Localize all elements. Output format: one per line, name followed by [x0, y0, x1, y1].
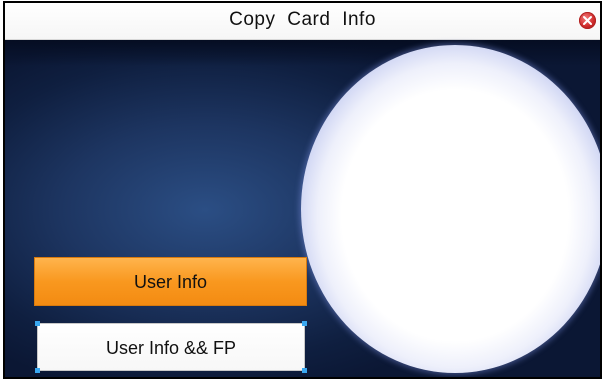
decorative-orb [301, 45, 600, 373]
window-title: Copy Card Info [229, 9, 376, 30]
title-bar: Copy Card Info [5, 3, 600, 40]
user-info-fp-label: User Info && FP [105, 338, 237, 358]
focus-corner-bottom-right [302, 368, 307, 373]
focus-corner-top-right [302, 321, 307, 326]
user-info-button[interactable]: User Info [34, 257, 307, 306]
user-info-fp-button[interactable]: User Info && FP [35, 321, 307, 373]
close-button[interactable] [579, 12, 596, 29]
close-icon [583, 16, 592, 25]
focus-corner-bottom-left [35, 368, 40, 373]
focus-corner-top-left [35, 321, 40, 326]
device-screen: Copy Card Info User Info User Info && FP [3, 1, 602, 379]
user-info-label: User Info [133, 272, 208, 292]
